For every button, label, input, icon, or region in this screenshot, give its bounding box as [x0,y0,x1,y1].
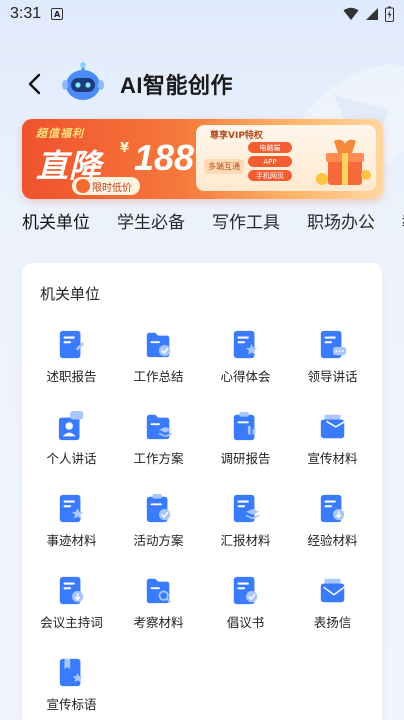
grid-item[interactable]: 调研报告 [202,405,289,487]
grid-item-label: 宣传材料 [307,451,358,466]
folder-check-icon [146,332,170,358]
grid-item-label: 事迹材料 [46,533,97,548]
doc-check-icon [233,576,257,605]
clock-icon [76,179,90,193]
grid-item-label: 调研报告 [220,451,271,466]
folder-layers-icon [146,414,172,440]
vip-terminal-label: 多端互通 [204,159,244,174]
section-title: 机关单位 [40,285,101,303]
grid-item[interactable]: 个人讲话 [28,405,115,487]
speech-doc-icon [320,330,346,359]
doc-layers-icon [233,494,259,523]
tab-government[interactable]: 机关单位 [22,208,90,242]
limited-time-badge: 限时低价 [72,177,140,195]
vip-platform-web: 手机网页 [248,170,292,181]
clipboard-check-icon [146,493,170,523]
grid-item[interactable]: 宣传材料 [289,405,376,487]
status-bar: 3:31 A [0,0,404,28]
vip-platform-app: APP [248,156,292,167]
grid-item-label: 活动方案 [133,533,184,548]
doc-down-icon [320,494,344,523]
promo-banner[interactable]: 超值福利 直降 ¥ 188 限时低价 尊享VIP特权 多端互通 电脑端 APP … [22,119,383,199]
grid-item-label: 领导讲话 [307,369,358,384]
vip-platform-pc: 电脑端 [248,142,292,153]
grid-item-label: 述职报告 [46,369,97,384]
grid-item[interactable]: 活动方案 [115,487,202,569]
vip-title: 尊享VIP特权 [210,131,263,141]
bookmark-star-icon [59,658,82,687]
template-grid: 述职报告 工作总结 心得体会 领导讲话个人讲话 工作方案 调研报告 宣传材料事迹材料 活动方案… [28,323,376,720]
grid-item-label: 工作总结 [133,369,184,384]
grid-item-label: 经验材料 [307,533,358,548]
grid-item-label: 个人讲话 [46,451,97,466]
grid-item[interactable]: 汇报材料 [202,487,289,569]
grid-item[interactable]: 经验材料 [289,487,376,569]
robot-avatar-icon [60,61,106,107]
grid-item[interactable]: 领导讲话 [289,323,376,405]
banner-tag: 超值福利 [36,127,84,140]
grid-item-label: 汇报材料 [220,533,271,548]
doc-star-icon [233,330,257,359]
tab-student[interactable]: 学生必备 [117,208,185,242]
category-card: 机关单位 述职报告 工作总结 心得体会 领导讲话个人讲话 工作方案 调研报告 宣传材料事迹材… [22,263,382,720]
grid-item[interactable]: 工作方案 [115,405,202,487]
back-button[interactable] [14,64,54,104]
grid-item[interactable]: 事迹材料 [28,487,115,569]
battery-icon [385,6,394,22]
person-chat-icon [58,411,83,441]
grid-item-label: 会议主持词 [40,615,103,630]
grid-item[interactable]: 表扬信 [289,569,376,651]
grid-item[interactable]: 会议主持词 [28,569,115,651]
grid-item-label: 考察材料 [133,615,184,630]
category-tabs: 机关单位 学生必备 写作工具 职场办公 教 [0,208,404,242]
banner-amount: 188 [134,137,195,178]
envelope-check-icon [320,414,346,439]
vip-card: 尊享VIP特权 多端互通 电脑端 APP 手机网页 [196,125,376,191]
grid-item[interactable]: 工作总结 [115,323,202,405]
grid-item-label: 工作方案 [133,451,184,466]
grid-item[interactable]: 心得体会 [202,323,289,405]
grid-item-label: 宣传标语 [46,697,97,712]
clipboard-chart-icon [233,411,255,441]
doc-down-icon [59,576,83,605]
grid-item[interactable]: 倡议书 [202,569,289,651]
status-icons [343,6,394,22]
wifi-icon [343,7,359,20]
chevron-left-icon [28,73,41,95]
report-doc-icon [59,330,84,359]
grid-item-label: 倡议书 [226,615,265,630]
envelope-open-icon [320,578,345,603]
tab-writing-tools[interactable]: 写作工具 [212,208,280,242]
doc-star-icon [59,494,83,523]
banner-currency: ¥ [120,141,130,156]
page-title: AI智能创作 [120,73,234,98]
grid-item[interactable]: 宣传标语 [28,651,115,720]
folder-search-icon [146,578,171,604]
tab-office[interactable]: 职场办公 [307,208,375,242]
grid-item-label: 心得体会 [220,369,271,384]
limited-time-label: 限时低价 [92,182,132,194]
gift-box-icon [316,139,371,185]
grid-item[interactable]: 考察材料 [115,569,202,651]
status-time: 3:31 [10,5,42,22]
cell-signal-icon [366,8,378,20]
grid-item[interactable]: 述职报告 [28,323,115,405]
grid-item-label: 表扬信 [313,615,352,630]
header: AI智能创作 [0,56,404,112]
notification-icon: A [51,8,64,20]
